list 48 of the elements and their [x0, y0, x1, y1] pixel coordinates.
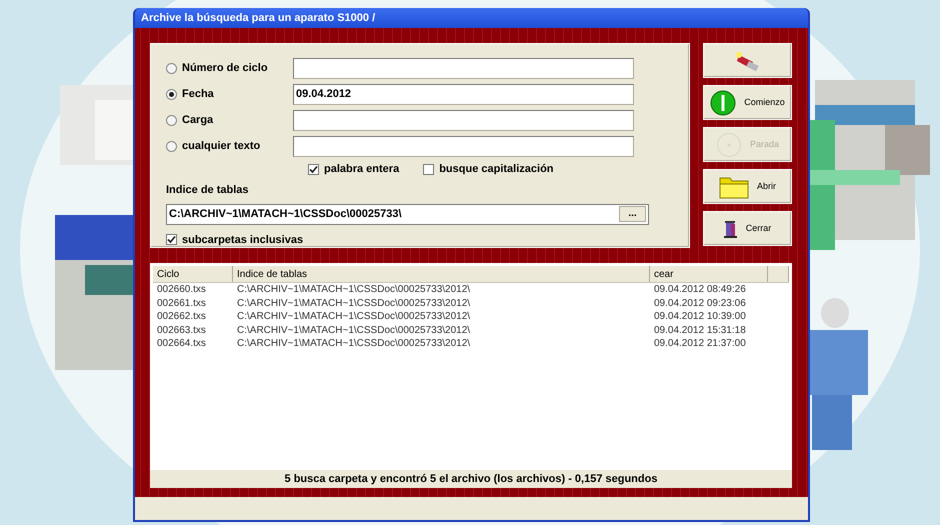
column-header[interactable]: cear: [650, 266, 768, 282]
door-icon: [724, 220, 738, 238]
table-cell-text: 002661.txs: [156, 296, 207, 310]
option-label: Fecha: [182, 86, 214, 102]
flashlight-button[interactable]: [703, 43, 792, 78]
checkbox-label: busque capitalización: [439, 162, 554, 177]
text-field[interactable]: [293, 58, 634, 78]
checkbox[interactable]: [308, 164, 319, 174]
table-cell-text: C:\ARCHIV~1\MATACH~1\CSSDoc\00025733\2012\: [236, 324, 472, 337]
folder-icon: [718, 174, 749, 198]
folder-path-field[interactable]: C:\ARCHIV~1\MATACH~1\CSSDoc\00025733\ ...: [166, 204, 649, 224]
option-label: Número de ciclo: [182, 60, 268, 76]
radio-button[interactable]: [166, 88, 177, 100]
radio-button[interactable]: [166, 140, 177, 152]
option-label: cualquier texto: [182, 138, 260, 154]
table-cell-text: C:\ARCHIV~1\MATACH~1\CSSDoc\00025733\2012\: [236, 296, 472, 310]
text-field[interactable]: [293, 136, 634, 156]
checkbox-label: subcarpetas inclusivas: [182, 232, 304, 248]
checkbox-label: palabra entera: [324, 162, 400, 177]
table-cell-text: 09.04.2012 10:39:00: [653, 310, 747, 324]
table-cell-text: C:\ARCHIV~1\MATACH~1\CSSDoc\00025733\2012\: [236, 310, 472, 324]
table-cell-text: C:\ARCHIV~1\MATACH~1\CSSDoc\00025733\2012\: [236, 337, 472, 350]
radio-button[interactable]: [166, 62, 177, 74]
table-cell-text: 09.04.2012 15:31:18: [653, 324, 747, 337]
radio-button[interactable]: [166, 114, 177, 126]
column-header[interactable]: Ciclo: [153, 266, 233, 282]
power-icon: [710, 90, 736, 116]
start-button[interactable]: Comienzo: [703, 85, 792, 120]
text-field[interactable]: 09.04.2012: [293, 84, 634, 104]
folder-label: Indice de tablas: [166, 183, 250, 198]
option-label: Carga: [182, 112, 214, 128]
checkbox[interactable]: [166, 234, 177, 246]
browse-button[interactable]: ...: [619, 206, 646, 222]
status-bar: 5 busca carpeta y encontró 5 el archivo (los archivos) - 0,157 segundos: [150, 470, 792, 488]
column-header[interactable]: Indice de tablas: [233, 266, 650, 282]
table-cell-text: 002662.txs: [156, 310, 207, 324]
open-button[interactable]: Abrir: [703, 169, 792, 204]
table-cell-text: 002664.txs: [156, 337, 207, 350]
table-cell-text: 09.04.2012 21:37:00: [653, 337, 747, 350]
table-cell-text: C:\ARCHIV~1\MATACH~1\CSSDoc\00025733\2012\: [236, 283, 472, 296]
table-cell-text: 09.04.2012 09:23:06: [653, 296, 747, 310]
checkbox[interactable]: [423, 164, 434, 174]
table-cell-text: 002663.txs: [156, 324, 207, 337]
table-cell-text: 09.04.2012 08:49:26: [653, 283, 747, 296]
table-cell-text: 002660.txs: [156, 283, 207, 296]
text-field[interactable]: [293, 110, 634, 130]
flashlight-icon: [734, 50, 760, 70]
close-button[interactable]: Cerrar: [703, 211, 792, 246]
